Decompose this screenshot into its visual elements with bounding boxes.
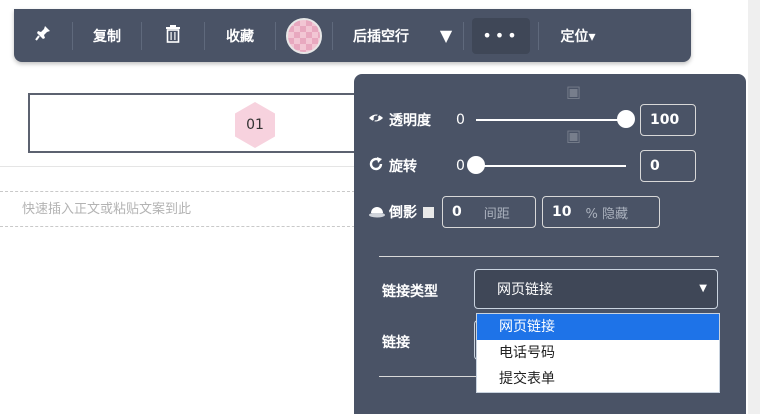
- shadow-distance-label: 间距: [483, 206, 510, 222]
- rotate-icon: [368, 156, 386, 176]
- rotate-input[interactable]: 0: [640, 150, 696, 182]
- shadow-hide-percent-input[interactable]: 10 % 隐藏: [542, 196, 660, 228]
- lock-icon: ▣: [566, 82, 582, 101]
- opacity-label: 透明度: [389, 113, 431, 129]
- shadow-icon: [368, 202, 386, 222]
- opacity-input[interactable]: 100: [640, 104, 696, 136]
- toolbar-divider: [463, 21, 464, 50]
- link-type-value: 网页链接: [497, 282, 553, 298]
- divider: [0, 166, 355, 167]
- insert-empty-line-button[interactable]: 后插空行: [333, 9, 429, 62]
- insert-dropdown-arrow[interactable]: ▼: [429, 9, 463, 62]
- option-phone-number[interactable]: 电话号码: [477, 340, 719, 366]
- collect-button[interactable]: 收藏: [205, 9, 275, 62]
- link-label: 链接: [382, 335, 410, 351]
- shadow-percent-value: 10: [552, 204, 572, 220]
- opacity-row: 透明度 0 100: [368, 104, 696, 136]
- trash-icon: [164, 24, 182, 48]
- shadow-percent-label: % 隐藏: [585, 206, 628, 222]
- panel-divider: [379, 256, 719, 257]
- editor-edge: [748, 0, 760, 414]
- floating-toolbar: 复制 收藏 后插空行 ▼ ••• 定位▾: [14, 9, 691, 62]
- shadow-row: 倒影 0 间距 10 % 隐藏: [368, 196, 660, 228]
- paste-placeholder[interactable]: 快速插入正文或粘贴文案到此: [0, 191, 355, 227]
- pin-button[interactable]: [14, 9, 72, 62]
- link-type-select[interactable]: 网页链接 ▼: [474, 269, 718, 309]
- option-submit-form[interactable]: 提交表单: [477, 366, 719, 392]
- opacity-min: 0: [456, 112, 465, 128]
- rotate-label: 旋转: [389, 159, 417, 175]
- link-type-dropdown: 网页链接 电话号码 提交表单: [476, 313, 720, 393]
- shadow-label: 倒影: [389, 205, 417, 221]
- shadow-checkbox[interactable]: [423, 206, 434, 218]
- chevron-down-icon: ▼: [699, 283, 707, 294]
- more-button[interactable]: •••: [472, 17, 530, 54]
- color-swatch: [286, 17, 322, 54]
- eye-icon: [368, 111, 386, 129]
- color-swatch-button[interactable]: [276, 9, 332, 62]
- rotate-row: 旋转 0 0: [368, 150, 696, 182]
- rotate-slider[interactable]: [467, 156, 626, 174]
- shadow-distance-value: 0: [452, 204, 462, 220]
- position-button[interactable]: 定位▾: [539, 9, 617, 62]
- opacity-slider[interactable]: [476, 110, 635, 128]
- pin-icon: [34, 24, 52, 47]
- rotate-slider-knob[interactable]: [467, 156, 485, 174]
- link-type-label: 链接类型: [382, 284, 438, 300]
- opacity-slider-knob[interactable]: [617, 110, 635, 128]
- option-web-link[interactable]: 网页链接: [477, 314, 719, 340]
- shadow-distance-input[interactable]: 0 间距: [442, 196, 536, 228]
- delete-button[interactable]: [142, 9, 204, 62]
- index-badge-label: 01: [246, 117, 264, 133]
- copy-button[interactable]: 复制: [73, 9, 141, 62]
